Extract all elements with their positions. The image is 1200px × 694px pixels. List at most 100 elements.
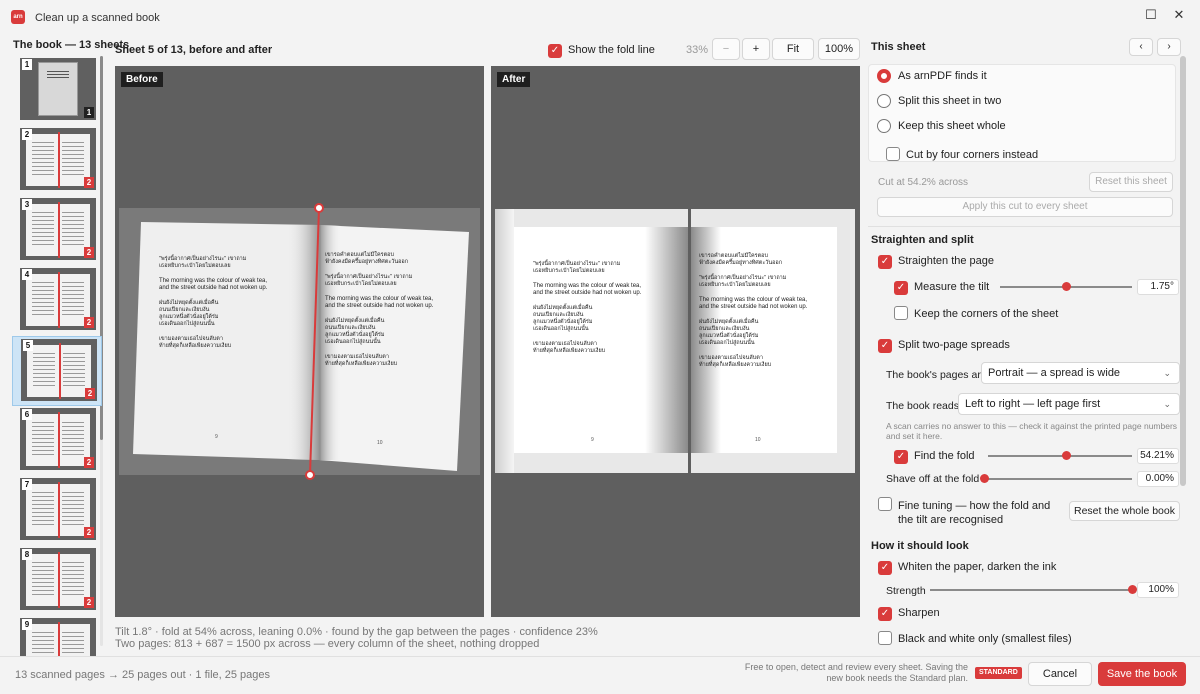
sheet-thumbnail[interactable]: 72 bbox=[12, 476, 102, 546]
page-number-right: 10 bbox=[755, 437, 761, 443]
strength-slider-track[interactable] bbox=[930, 589, 1132, 591]
divider bbox=[868, 226, 1180, 227]
show-fold-label: Show the fold line bbox=[568, 44, 655, 56]
tilt-slider-thumb[interactable] bbox=[1062, 282, 1071, 291]
straighten-page-checkbox[interactable]: ✓ bbox=[878, 253, 892, 269]
tilt-value[interactable]: 1.75° bbox=[1137, 279, 1179, 295]
cut-corners-checkbox[interactable] bbox=[886, 147, 900, 164]
reads-select[interactable]: Left to right — left page first ⌄ bbox=[958, 393, 1180, 415]
maximize-icon[interactable]: ☐ bbox=[1138, 5, 1164, 25]
page-text: เขามองตามเธอไปจนลับตา bbox=[533, 341, 597, 347]
standard-badge: STANDARD bbox=[975, 667, 1022, 679]
fold-slider-track[interactable] bbox=[988, 455, 1132, 457]
straighten-split-heading: Straighten and split bbox=[871, 234, 974, 246]
strength-slider-thumb[interactable] bbox=[1128, 585, 1137, 594]
bottom-bar: 13 scanned pages → 25 pages out · 1 file… bbox=[0, 656, 1200, 694]
shave-slider-thumb[interactable] bbox=[980, 474, 989, 483]
page-text: เธอหยิบกระเป๋าโดยไม่ตอบเลย bbox=[533, 268, 605, 274]
radio-finds[interactable] bbox=[877, 69, 891, 86]
page-text: เขารอคำตอบแต่ไม่มีใครตอบ bbox=[699, 253, 768, 259]
thumbnail-number: 4 bbox=[22, 269, 32, 280]
sidebar-title: The book — 13 sheets bbox=[13, 39, 130, 51]
page-count-badge: 2 bbox=[84, 457, 94, 468]
page-count-badge: 2 bbox=[84, 597, 94, 608]
zoom-in-button[interactable]: + bbox=[742, 38, 770, 60]
chevron-down-icon: ⌄ bbox=[1163, 399, 1171, 409]
reset-book-button[interactable]: Reset the whole book bbox=[1069, 501, 1180, 521]
split-spreads-checkbox[interactable]: ✓ bbox=[878, 337, 892, 353]
thumbnail-number: 5 bbox=[23, 340, 33, 351]
fold-value[interactable]: 54.21% bbox=[1137, 448, 1179, 464]
page-text: เธอเดินออกไปสู่ถนนนั้น bbox=[699, 340, 755, 346]
page-number-left: 9 bbox=[591, 437, 594, 443]
zoom-100-button[interactable]: 100% bbox=[818, 38, 860, 60]
panel-scrollbar[interactable] bbox=[1180, 56, 1186, 486]
fine-tuning-checkbox[interactable] bbox=[878, 497, 892, 514]
whiten-label: Whiten the paper, darken the ink bbox=[898, 561, 1057, 573]
whiten-checkbox[interactable]: ✓ bbox=[878, 559, 892, 575]
sheet-thumbnail[interactable]: 42 bbox=[12, 266, 102, 336]
fold-handle-top[interactable] bbox=[314, 203, 324, 213]
fold-slider-thumb[interactable] bbox=[1061, 451, 1071, 460]
reads-hint: A scan carries no answer to this — check… bbox=[886, 421, 1178, 441]
window-title: Clean up a scanned book bbox=[35, 12, 160, 24]
thumbnail-image: 11 bbox=[20, 58, 96, 120]
fit-button[interactable]: Fit bbox=[772, 38, 814, 60]
sharpen-checkbox[interactable]: ✓ bbox=[878, 605, 892, 621]
status-line-2: Two pages: 813 + 687 = 1500 px across — … bbox=[115, 638, 540, 650]
pages-are-value: Portrait — a spread is wide bbox=[988, 367, 1121, 379]
footer-note: Free to open, detect and review every sh… bbox=[744, 662, 968, 683]
keep-corners-label: Keep the corners of the sheet bbox=[914, 308, 1059, 320]
page-text: ท้ายที่สุดก็เหลือเพียงความเงียบ bbox=[533, 348, 606, 354]
cut-corners-label: Cut by four corners instead bbox=[906, 149, 1039, 161]
bw-checkbox[interactable] bbox=[878, 631, 892, 648]
radio-split[interactable] bbox=[877, 94, 891, 111]
strength-value[interactable]: 100% bbox=[1137, 582, 1179, 598]
shave-label: Shave off at the fold bbox=[886, 473, 980, 485]
thumbnail-number: 2 bbox=[22, 129, 32, 140]
apply-every-sheet-button[interactable]: Apply this cut to every sheet bbox=[877, 197, 1173, 217]
save-book-button[interactable]: Save the book bbox=[1098, 662, 1186, 686]
thumbnail-image: 52 bbox=[21, 339, 97, 401]
reset-sheet-button[interactable]: Reset this sheet bbox=[1089, 172, 1173, 192]
page-text: The morning was the colour of weak tea, bbox=[533, 283, 642, 289]
thumbnail-number: 3 bbox=[22, 199, 32, 210]
straighten-page-label: Straighten the page bbox=[898, 255, 995, 267]
shave-slider-track[interactable] bbox=[984, 478, 1132, 480]
zoom-out-button[interactable]: − bbox=[712, 38, 740, 60]
find-fold-checkbox[interactable]: ✓ bbox=[894, 448, 908, 464]
keep-corners-checkbox[interactable] bbox=[894, 306, 908, 323]
pages-are-select[interactable]: Portrait — a spread is wide ⌄ bbox=[981, 362, 1180, 384]
next-sheet-button[interactable]: › bbox=[1157, 38, 1181, 56]
thumbnail-image: 62 bbox=[20, 408, 96, 470]
find-fold-label: Find the fold bbox=[914, 450, 975, 462]
sheet-thumbnail[interactable]: 11 bbox=[12, 56, 102, 126]
sheet-thumbnail[interactable]: 52 bbox=[12, 336, 102, 406]
close-icon[interactable]: ✕ bbox=[1166, 5, 1192, 25]
sheet-thumbnail[interactable]: 22 bbox=[12, 126, 102, 196]
thumbnail-image: 72 bbox=[20, 478, 96, 540]
cancel-button[interactable]: Cancel bbox=[1028, 662, 1092, 686]
thumbnail-image: 22 bbox=[20, 128, 96, 190]
prev-sheet-button[interactable]: ‹ bbox=[1129, 38, 1153, 56]
shave-value[interactable]: 0.00% bbox=[1137, 471, 1179, 487]
sheet-thumbnail[interactable]: 62 bbox=[12, 406, 102, 476]
thumbnail-number: 1 bbox=[22, 59, 32, 70]
radio-keep[interactable] bbox=[877, 119, 891, 136]
sheet-thumbnail[interactable]: 32 bbox=[12, 196, 102, 266]
page-text: ลูกแมวหนึ่งตัวนั่งอยู่ใต้ร่ม bbox=[533, 319, 593, 325]
page-text: เธอเดินออกไปสู่ถนนนั้น bbox=[533, 326, 589, 332]
sheet-thumbnail[interactable]: 82 bbox=[12, 546, 102, 616]
after-pane: After "พรุ่งนี้อากาศเป็นอย่างไรนะ" เขาถา… bbox=[491, 66, 860, 617]
sharpen-label: Sharpen bbox=[898, 607, 940, 619]
after-tag: After bbox=[497, 72, 531, 87]
show-fold-checkbox[interactable]: ✓ bbox=[548, 42, 562, 58]
page-text: ฟ้ายังคงมืดครึ้มอยู่ทางทิศตะวันออก bbox=[699, 260, 783, 266]
measure-tilt-checkbox[interactable]: ✓ bbox=[894, 279, 908, 295]
thumbnail-number: 9 bbox=[22, 619, 32, 630]
page-count-badge: 2 bbox=[85, 388, 95, 399]
page-count-badge: 2 bbox=[84, 177, 94, 188]
title-bar: arn Clean up a scanned book ☐ ✕ bbox=[0, 0, 1200, 34]
fold-handle-bottom[interactable] bbox=[305, 470, 315, 480]
after-left-page: "พรุ่งนี้อากาศเป็นอย่างไรนะ" เขาถาม เธอห… bbox=[495, 209, 688, 473]
